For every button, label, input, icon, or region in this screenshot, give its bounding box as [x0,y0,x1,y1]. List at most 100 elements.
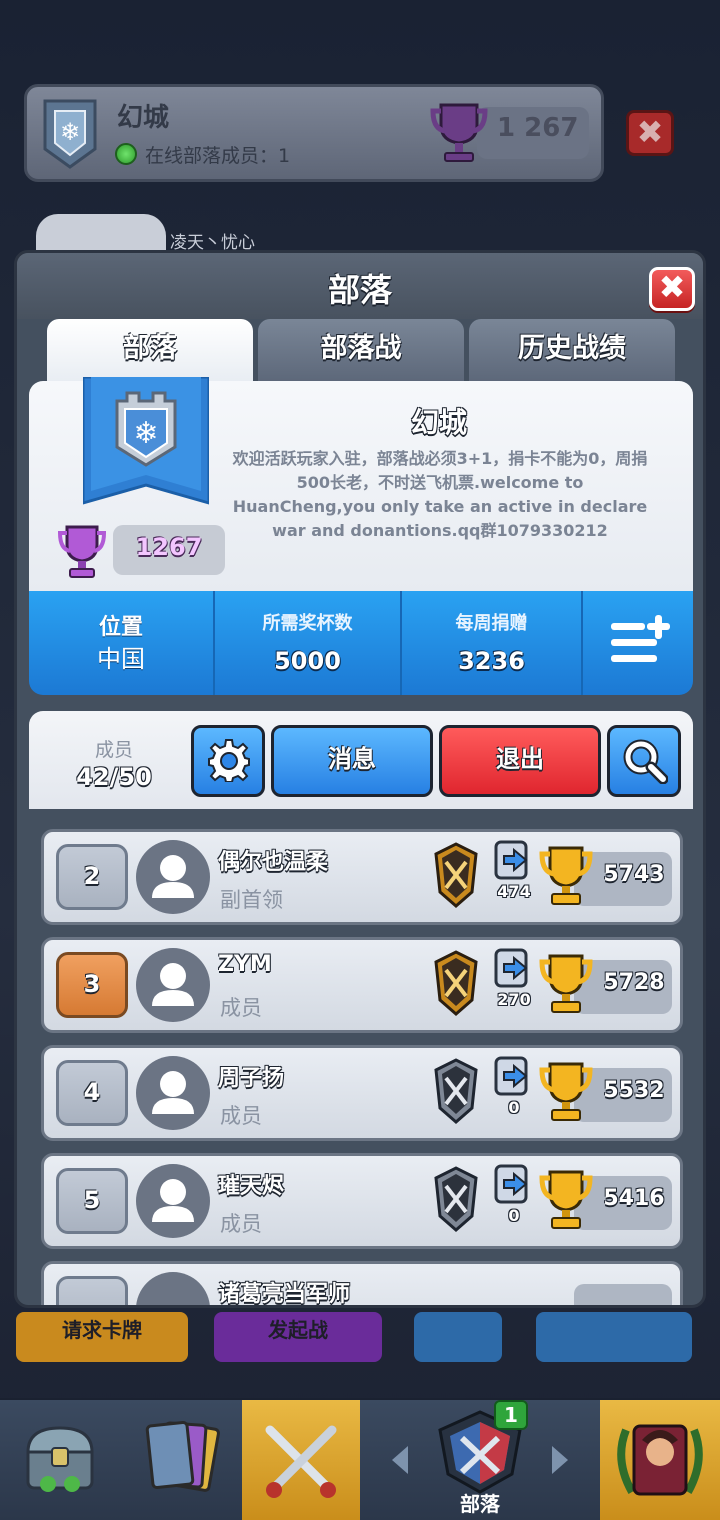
tab-clan-war-label: 部落战 [320,333,402,364]
search-button[interactable] [607,725,681,797]
tab-clan-label: 部落 [123,333,177,364]
war-rank-icon [434,1058,478,1124]
clan-banner-icon: ❄ [83,377,209,505]
request-cards-label: 请求卡牌 [62,1318,142,1342]
chevron-left-icon[interactable] [388,1442,412,1478]
donation-icon [494,948,528,988]
members-label: 成员 [94,739,133,761]
tab-history-label: 历史战绩 [518,333,626,364]
clan-info-card: ❄ 1267 幻城 欢迎活跃玩家入驻，部落战必须3+1，捐卡不能为0，周捐500… [29,377,693,591]
clan-name: 幻城 [410,406,467,439]
member-avatar [136,840,210,914]
avatar-icon [152,855,194,898]
tab-clan-war[interactable]: 部落战 [258,319,464,385]
nav-battle-tab[interactable] [242,1400,360,1520]
weekly-donations-value: 3236 [458,647,525,675]
trophy-icon [57,525,107,578]
member-rank: 5 [56,1168,128,1234]
gold-trophy-icon [539,846,593,905]
clan-badge-icon: ❄ [43,99,97,169]
member-row[interactable]: 诸葛亮当军师 [41,1261,683,1307]
chevron-right-icon[interactable] [548,1442,572,1478]
svg-text:❄: ❄ [60,118,80,146]
search-icon [623,739,668,784]
nav-shop-tab[interactable] [0,1400,120,1520]
location-value: 中国 [97,645,145,673]
member-trophies: 5416 [603,1186,665,1211]
gold-trophy-icon [539,1062,593,1121]
member-name: 诸葛亮当军师 [218,1282,351,1307]
member-rank [56,1276,128,1305]
member-role: 成员 [220,1104,262,1128]
avatar-icon [152,1179,194,1222]
messages-button[interactable]: 消息 [271,725,433,797]
background-chat-button [536,1312,692,1362]
stat-weekly-donations: 每周捐赠 3236 [402,591,583,695]
war-rank-icon [434,950,478,1016]
donation-icon [494,1056,528,1096]
required-trophies-value: 5000 [274,647,341,675]
svg-text:❄: ❄ [133,416,158,451]
member-avatar [136,1056,210,1130]
member-row[interactable]: 5 璀天烬 成员 0 5416 [41,1153,683,1249]
nav-profile-tab[interactable] [600,1400,720,1520]
member-role: 成员 [220,996,262,1020]
close-icon: ✖ [658,268,686,306]
member-row[interactable]: 3 ZYM 成员 270 5728 [41,937,683,1033]
tab-history[interactable]: 历史战绩 [469,319,675,385]
avatar-icon [152,1071,194,1114]
member-rank: 3 [56,952,128,1018]
members-count: 42/50 [76,763,152,791]
donation-icon [494,840,528,880]
leave-clan-button[interactable]: 退出 [439,725,601,797]
member-donations: 474 [497,882,531,901]
stat-location: 位置 中国 [29,591,215,695]
background-emote-button [414,1312,502,1362]
member-role: 成员 [220,1212,262,1236]
member-name: 周子扬 [218,1066,285,1091]
member-rank: 2 [56,844,128,910]
member-avatar [136,1272,210,1305]
member-donations: 270 [497,990,531,1009]
background-clan-name: 幻城 [117,103,170,133]
war-rank-icon [434,842,478,908]
background-clan-header: ❄ 幻城 在线部落成员：1 1 267 [24,84,604,182]
background-war-button: 发起战 [214,1312,382,1362]
member-row[interactable]: 4 周子扬 成员 0 5532 [41,1045,683,1141]
member-name: 偶尔也温柔 [218,850,329,875]
more-info-button[interactable] [583,591,693,695]
member-avatar [136,1164,210,1238]
member-donations: 0 [508,1206,520,1225]
required-trophies-label: 所需奖杯数 [262,613,353,634]
clan-stats-bar: 位置 中国 所需奖杯数 5000 每周捐赠 3236 [29,591,693,695]
member-trophies: 5743 [603,862,665,887]
member-list: 2 偶尔也温柔 副首领 474 5743 3 ZYM 成员 270 5728 4… [29,809,693,1307]
nav-clan-label: 部落 [460,1492,500,1516]
location-label: 位置 [98,615,143,640]
member-avatar [136,948,210,1022]
cards-icon [145,1420,220,1492]
settings-button[interactable] [191,725,265,797]
crossed-swords-icon [265,1425,337,1498]
gold-trophy-icon [539,1170,593,1229]
clan-trophy-value: 1267 [135,533,203,561]
trophy-pill [574,1284,672,1305]
war-rank-icon [434,1166,478,1232]
gold-trophy-icon [539,954,593,1013]
nav-cards-tab[interactable] [120,1400,242,1520]
gear-icon [208,739,250,782]
laurel-portrait-icon [617,1424,703,1496]
members-header: 成员 42/50 消息 退出 [29,711,693,809]
avatar-icon [152,963,194,1006]
war-label: 发起战 [268,1318,328,1342]
close-button[interactable]: ✖ [649,267,695,311]
notification-badge: 1 [494,1400,528,1430]
bottom-navigation: 1 部落 [0,1398,720,1520]
weekly-donations-label: 每周捐赠 [455,613,528,634]
background-request-cards-button: 请求卡牌 [16,1312,188,1362]
nav-clan-tab[interactable]: 1 部落 [360,1400,600,1520]
tab-clan[interactable]: 部落 [47,319,253,385]
background-trophy-value: 1 267 [497,113,579,143]
trophy-icon [430,103,488,162]
member-row[interactable]: 2 偶尔也温柔 副首领 474 5743 [41,829,683,925]
